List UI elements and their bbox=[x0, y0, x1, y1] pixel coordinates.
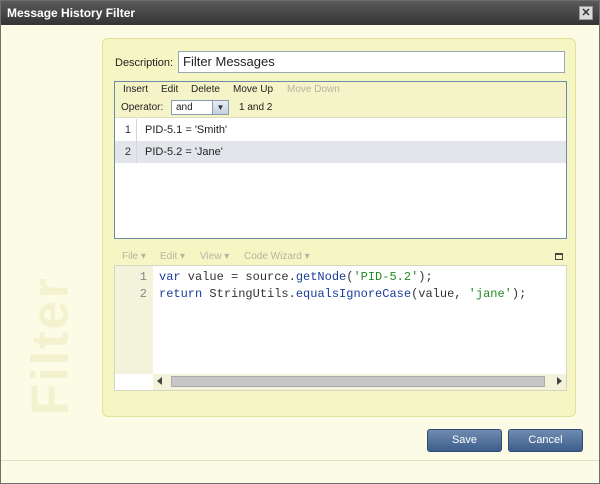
code-text: ); bbox=[418, 270, 433, 284]
rule-text: PID-5.2 = 'Jane' bbox=[145, 146, 223, 158]
view-menu[interactable]: View ▾ bbox=[200, 251, 229, 262]
scroll-left-icon[interactable] bbox=[157, 377, 162, 385]
move-up-button[interactable]: Move Up bbox=[233, 84, 273, 95]
horizontal-scrollbar[interactable] bbox=[153, 374, 566, 390]
footer-divider bbox=[1, 460, 599, 461]
side-watermark: Filter bbox=[21, 251, 81, 431]
title-bar: Message History Filter ✕ bbox=[1, 1, 599, 25]
rules-table: Insert Edit Delete Move Up Move Down Ope… bbox=[114, 81, 567, 239]
code-text: value = source. bbox=[180, 270, 296, 284]
code-function: equalsIgnoreCase bbox=[295, 287, 412, 301]
code-wizard-menu[interactable]: Code Wizard ▾ bbox=[244, 251, 310, 262]
scroll-right-icon[interactable] bbox=[557, 377, 562, 385]
operator-expression: 1 and 2 bbox=[239, 102, 273, 113]
delete-button[interactable]: Delete bbox=[191, 84, 220, 95]
code-string: 'PID-5.2' bbox=[353, 270, 419, 284]
code-line-2: return StringUtils.equalsIgnoreCase(valu… bbox=[159, 287, 526, 301]
line-number: 2 bbox=[139, 287, 147, 301]
rule-number: 2 bbox=[115, 141, 137, 163]
maximize-icon[interactable] bbox=[555, 253, 563, 260]
table-row[interactable]: 2 PID-5.2 = 'Jane' bbox=[115, 141, 566, 163]
operator-label: Operator: bbox=[121, 102, 164, 113]
code-keyword: return bbox=[159, 287, 203, 301]
filter-panel: Description: Filter Messages Insert Edit… bbox=[102, 38, 576, 417]
rule-text: PID-5.1 = 'Smith' bbox=[145, 124, 228, 136]
cancel-button[interactable]: Cancel bbox=[508, 429, 583, 452]
code-line-1: var value = source.getNode('PID-5.2'); bbox=[159, 270, 433, 284]
window-title: Message History Filter bbox=[7, 6, 136, 20]
close-icon[interactable]: ✕ bbox=[579, 6, 593, 20]
edit-button[interactable]: Edit bbox=[161, 84, 178, 95]
insert-button[interactable]: Insert bbox=[123, 84, 148, 95]
move-down-button[interactable]: Move Down bbox=[287, 84, 340, 95]
chevron-down-icon[interactable]: ▼ bbox=[212, 101, 228, 114]
line-number: 1 bbox=[139, 270, 147, 284]
table-row[interactable]: 1 PID-5.1 = 'Smith' bbox=[115, 119, 566, 141]
file-menu[interactable]: File ▾ bbox=[122, 251, 146, 262]
rule-number: 1 bbox=[115, 119, 137, 141]
edit-menu[interactable]: Edit ▾ bbox=[160, 251, 185, 262]
scrollbar-thumb[interactable] bbox=[171, 376, 545, 387]
description-input[interactable]: Filter Messages bbox=[178, 51, 565, 73]
operator-select[interactable]: and ▼ bbox=[171, 100, 229, 115]
code-text: StringUtils. bbox=[202, 287, 296, 301]
line-number-gutter: 1 2 bbox=[115, 266, 153, 374]
save-button[interactable]: Save bbox=[427, 429, 502, 452]
code-keyword: var bbox=[159, 270, 181, 284]
operator-value: and bbox=[176, 102, 193, 113]
operator-bar: Operator: and ▼ 1 and 2 bbox=[115, 98, 566, 118]
code-text: ); bbox=[511, 287, 527, 301]
code-editor[interactable]: 1 2 var value = source.getNode('PID-5.2'… bbox=[114, 265, 567, 391]
description-label: Description: bbox=[115, 57, 174, 69]
code-string: 'jane' bbox=[468, 287, 512, 301]
code-function: getNode bbox=[295, 270, 347, 284]
code-text: (value, bbox=[411, 287, 469, 301]
editor-menu-bar: File ▾ Edit ▾ View ▾ Code Wizard ▾ bbox=[114, 247, 567, 265]
side-watermark-text: Filter bbox=[21, 276, 80, 416]
rules-toolbar: Insert Edit Delete Move Up Move Down bbox=[115, 82, 566, 98]
message-history-filter-dialog: Message History Filter ✕ Filter Descript… bbox=[0, 0, 600, 484]
